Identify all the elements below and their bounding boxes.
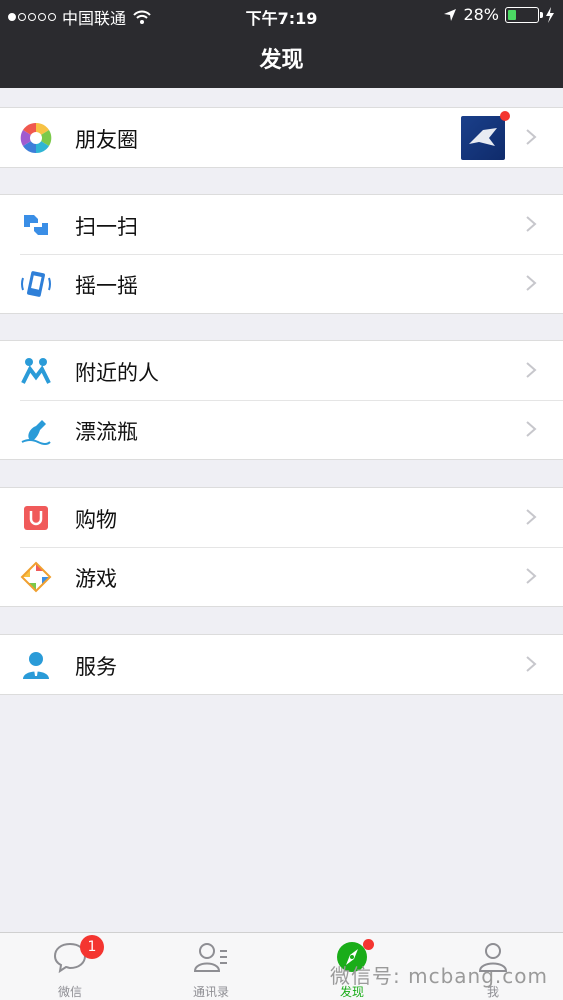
new-content-dot [363,939,374,950]
list-item-moments[interactable]: 朋友圈 [0,108,563,167]
status-bar: 中国联通 下午7:19 28% [0,0,563,30]
chevron-right-icon [526,509,537,525]
list-item-games[interactable]: 游戏 [0,547,563,606]
group-services: 服务 [0,634,563,695]
thumbnail-image-icon [469,128,497,146]
tab-chats[interactable]: 1 微信 [0,933,140,1000]
tab-contacts[interactable]: 通讯录 [141,933,281,1000]
services-icon [23,652,49,679]
new-post-dot [500,111,510,121]
list-item-label: 购物 [75,508,117,532]
list-item-label: 摇一摇 [75,274,138,298]
chevron-right-icon [526,656,537,672]
shake-icon [21,271,51,297]
group-scan-shake: 扫一扫 摇一摇 [0,194,563,314]
list-item-people-nearby[interactable]: 附近的人 [0,341,563,400]
battery-icon [505,6,543,23]
status-right: 28% [443,5,555,24]
top-bar: 中国联通 下午7:19 28% 发现 [0,0,563,88]
tab-label: 微信 [57,985,82,999]
page-title: 发现 [259,48,304,73]
location-arrow-icon [444,8,457,21]
scan-icon [24,215,48,235]
games-icon [20,561,52,593]
list-item-label: 扫一扫 [75,215,138,239]
drift-bottle-icon [21,420,51,445]
people-nearby-icon [21,358,51,384]
shopping-icon [24,506,48,530]
group-nearby-bottle: 附近的人 漂流瓶 [0,340,563,460]
group-shopping-games: 购物 游戏 [0,487,563,607]
unread-badge: 1 [80,935,104,959]
list-item-shopping[interactable]: 购物 [0,488,563,547]
chevron-right-icon [526,568,537,584]
list-item-label: 服务 [75,655,117,679]
group-moments: 朋友圈 [0,107,563,168]
list-item-label: 朋友圈 [75,128,138,152]
list-item-drift-bottle[interactable]: 漂流瓶 [0,400,563,459]
contacts-icon [193,943,227,972]
chevron-right-icon [526,362,537,378]
charging-bolt-icon [546,6,554,23]
list-item-label: 附近的人 [75,361,159,385]
list-item-label: 游戏 [75,567,117,591]
battery-percent: 28% [463,5,499,24]
chevron-right-icon [526,129,537,145]
list-item-services[interactable]: 服务 [0,635,563,694]
chevron-right-icon [526,421,537,437]
list-item-scan[interactable]: 扫一扫 [0,195,563,254]
moments-thumbnail [461,111,510,160]
list-item-label: 漂流瓶 [75,420,138,444]
chevron-right-icon [526,216,537,232]
tab-label: 通讯录 [192,985,229,999]
watermark: 微信号: mcbang.com [330,964,548,988]
battery-fill [508,9,516,20]
moments-icon [20,122,52,154]
chevron-right-icon [526,275,537,291]
list-item-shake[interactable]: 摇一摇 [0,254,563,313]
